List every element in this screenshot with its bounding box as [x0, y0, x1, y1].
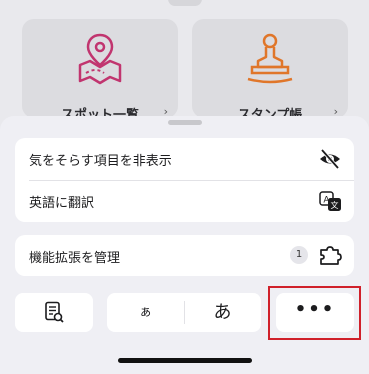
manage-extensions-label: 機能拡張を管理: [29, 251, 121, 266]
reader-button[interactable]: [15, 293, 93, 332]
background-element: [168, 0, 202, 6]
menu-group-page: 気をそらす項目を非表示 英語に翻訳 A 文: [15, 138, 354, 222]
menu-group-extensions: 機能拡張を管理 1: [15, 235, 354, 276]
decrease-font-button[interactable]: ぁ: [107, 293, 184, 332]
manage-extensions-row[interactable]: 機能拡張を管理 1: [15, 235, 354, 277]
extensions-count-badge: 1: [290, 246, 308, 264]
hide-distractions-label: 気をそらす項目を非表示: [29, 154, 172, 169]
eye-slash-icon: [320, 148, 340, 170]
highlight-box: [268, 286, 361, 340]
stamp-book-card[interactable]: スタンプ帳 ›: [192, 19, 348, 123]
font-size-control: ぁ あ: [107, 293, 261, 332]
hide-distractions-row[interactable]: 気をそらす項目を非表示: [15, 138, 354, 180]
map-pin-icon: [78, 33, 122, 85]
translate-icon: A 文: [319, 191, 341, 211]
puzzle-icon: [320, 246, 342, 265]
svg-text:文: 文: [331, 200, 339, 210]
sheet-grabber[interactable]: [168, 120, 202, 125]
translate-label: 英語に翻訳: [29, 196, 95, 211]
increase-font-button[interactable]: あ: [184, 293, 261, 332]
translate-row[interactable]: 英語に翻訳 A 文: [15, 180, 354, 222]
stamp-icon: [247, 33, 293, 84]
reader-icon: [45, 301, 64, 323]
home-indicator: [118, 358, 252, 363]
spot-list-card[interactable]: スポット一覧 ›: [22, 19, 178, 123]
